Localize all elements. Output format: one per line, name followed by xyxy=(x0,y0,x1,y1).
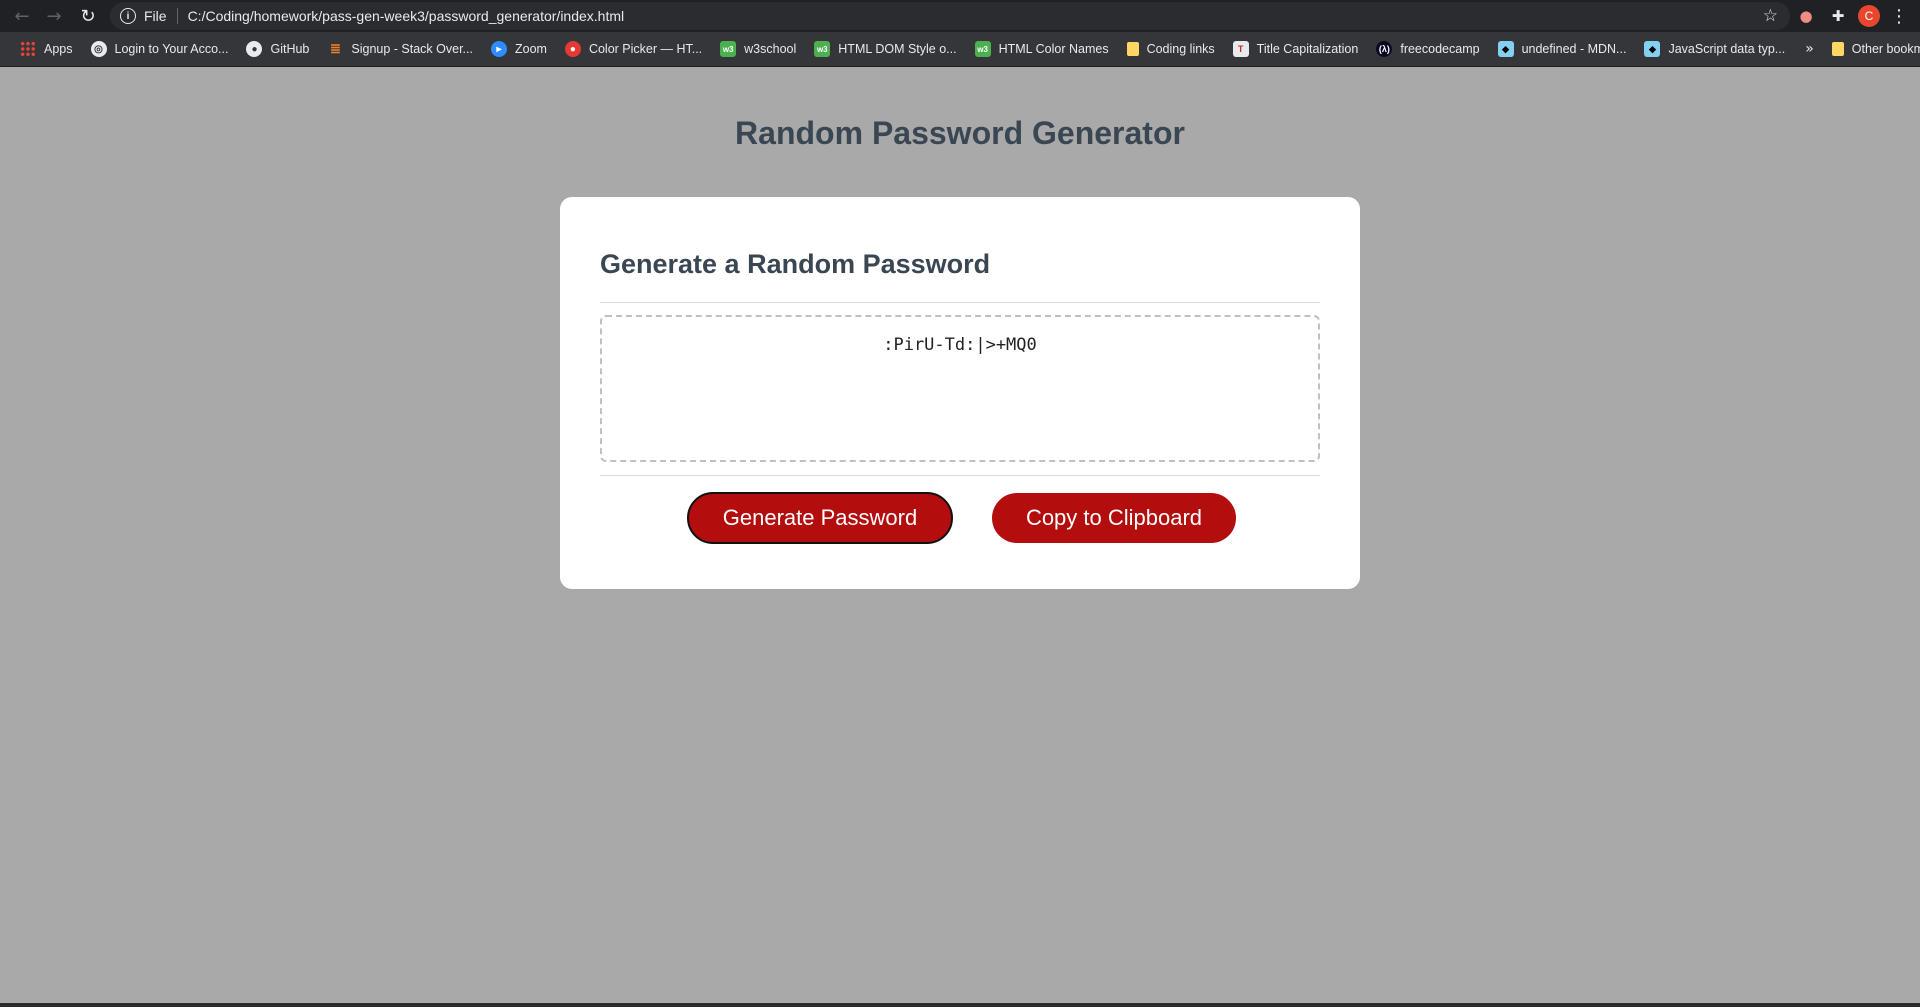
generate-password-button[interactable]: Generate Password xyxy=(687,492,953,544)
bookmark-label: w3school xyxy=(744,42,797,56)
more-bookmarks-chevron-icon[interactable]: » xyxy=(1795,41,1824,57)
card-title: Generate a Random Password xyxy=(600,249,991,279)
bookmark-star-icon[interactable]: ☆ xyxy=(1763,6,1778,26)
apps-grid-icon xyxy=(20,41,36,57)
bookmark-login[interactable]: ◎ Login to Your Acco... xyxy=(83,35,237,63)
bookmark-label: undefined - MDN... xyxy=(1521,42,1627,56)
bookmark-label: Signup - Stack Over... xyxy=(351,42,473,56)
mdn-icon: ◆ xyxy=(1644,41,1661,57)
folder-icon xyxy=(1126,42,1139,56)
bookmark-label: HTML DOM Style o... xyxy=(838,42,957,56)
bookmark-label: JavaScript data typ... xyxy=(1668,42,1786,56)
bookmark-label: GitHub xyxy=(270,42,310,56)
taskbar-edge xyxy=(0,1003,1920,1007)
bookmark-coding-links[interactable]: Coding links xyxy=(1119,35,1223,63)
bookmark-mdn[interactable]: ◆ undefined - MDN... xyxy=(1490,35,1635,63)
other-bookmarks-label: Other bookmarks xyxy=(1851,42,1920,56)
profile-avatar[interactable]: C xyxy=(1858,5,1880,27)
bookmark-label: Login to Your Acco... xyxy=(114,42,229,56)
bookmark-freecodecamp[interactable]: (λ) freecodecamp xyxy=(1368,35,1487,63)
card-divider-bottom xyxy=(600,475,1320,476)
w3schools-icon: w3 xyxy=(974,41,991,57)
bookmark-label: Color Picker — HT... xyxy=(588,42,703,56)
address-bar[interactable]: i File C:/Coding/homework/pass-gen-week3… xyxy=(110,2,1790,30)
bookmarks-bar: Apps ◎ Login to Your Acco... ● GitHub ≣ … xyxy=(0,32,1920,67)
stackoverflow-icon: ≣ xyxy=(329,41,341,56)
page-title: Random Password Generator xyxy=(735,115,1185,151)
globe-icon: ◎ xyxy=(90,41,107,57)
browser-toolbar: ← → ↻ i File C:/Coding/homework/pass-gen… xyxy=(0,0,1920,32)
browser-menu-icon[interactable]: ⋮ xyxy=(1890,6,1908,27)
bookmark-w3school[interactable]: w3 w3school xyxy=(712,35,804,63)
bookmark-label: Title Capitalization xyxy=(1256,42,1359,56)
reload-icon[interactable]: ↻ xyxy=(74,2,102,30)
bookmark-stackoverflow[interactable]: ≣ Signup - Stack Over... xyxy=(319,35,481,63)
w3schools-icon: w3 xyxy=(720,41,737,57)
bookmark-html-dom-style[interactable]: w3 HTML DOM Style o... xyxy=(806,35,964,63)
w3schools-icon: w3 xyxy=(814,41,831,57)
bookmark-label: Coding links xyxy=(1146,42,1215,56)
forward-icon[interactable]: → xyxy=(40,2,68,30)
github-icon: ● xyxy=(246,41,263,57)
bookmark-title-capitalization[interactable]: T Title Capitalization xyxy=(1225,35,1367,63)
bookmark-label: HTML Color Names xyxy=(998,42,1109,56)
card-divider-top xyxy=(600,302,1320,303)
color-picker-icon: ● xyxy=(564,41,581,57)
zoom-icon: ▸ xyxy=(490,41,507,57)
title-capitalization-icon: T xyxy=(1232,41,1249,57)
url-scheme: File xyxy=(144,8,167,24)
info-icon[interactable]: i xyxy=(120,8,136,24)
bookmark-html-color-names[interactable]: w3 HTML Color Names xyxy=(967,35,1117,63)
password-card: Generate a Random Password :PirU-Td:|>+M… xyxy=(560,197,1360,589)
extension-recorder-icon[interactable]: ● xyxy=(1790,2,1822,30)
bookmark-label: Zoom xyxy=(514,42,547,56)
mdn-icon: ◆ xyxy=(1497,41,1514,57)
folder-icon xyxy=(1831,42,1844,56)
bookmark-label: freecodecamp xyxy=(1400,42,1480,56)
copy-to-clipboard-button[interactable]: Copy to Clipboard xyxy=(992,493,1236,543)
bookmark-color-picker[interactable]: ● Color Picker — HT... xyxy=(557,35,710,63)
address-separator xyxy=(176,8,178,24)
url-text[interactable]: C:/Coding/homework/pass-gen-week3/passwo… xyxy=(188,8,625,24)
bookmark-label: Apps xyxy=(44,42,73,56)
bookmark-apps[interactable]: Apps xyxy=(12,35,81,63)
bookmark-js-data-types[interactable]: ◆ JavaScript data typ... xyxy=(1636,35,1793,63)
bookmark-github[interactable]: ● GitHub xyxy=(238,35,317,63)
bookmark-zoom[interactable]: ▸ Zoom xyxy=(483,35,555,63)
password-output[interactable]: :PirU-Td:|>+MQ0 xyxy=(600,315,1320,462)
back-icon[interactable]: ← xyxy=(8,2,36,30)
other-bookmarks[interactable]: Other bookmarks xyxy=(1824,35,1920,63)
freecodecamp-icon: (λ) xyxy=(1376,41,1393,57)
extensions-puzzle-icon[interactable]: ✚ xyxy=(1822,2,1854,30)
